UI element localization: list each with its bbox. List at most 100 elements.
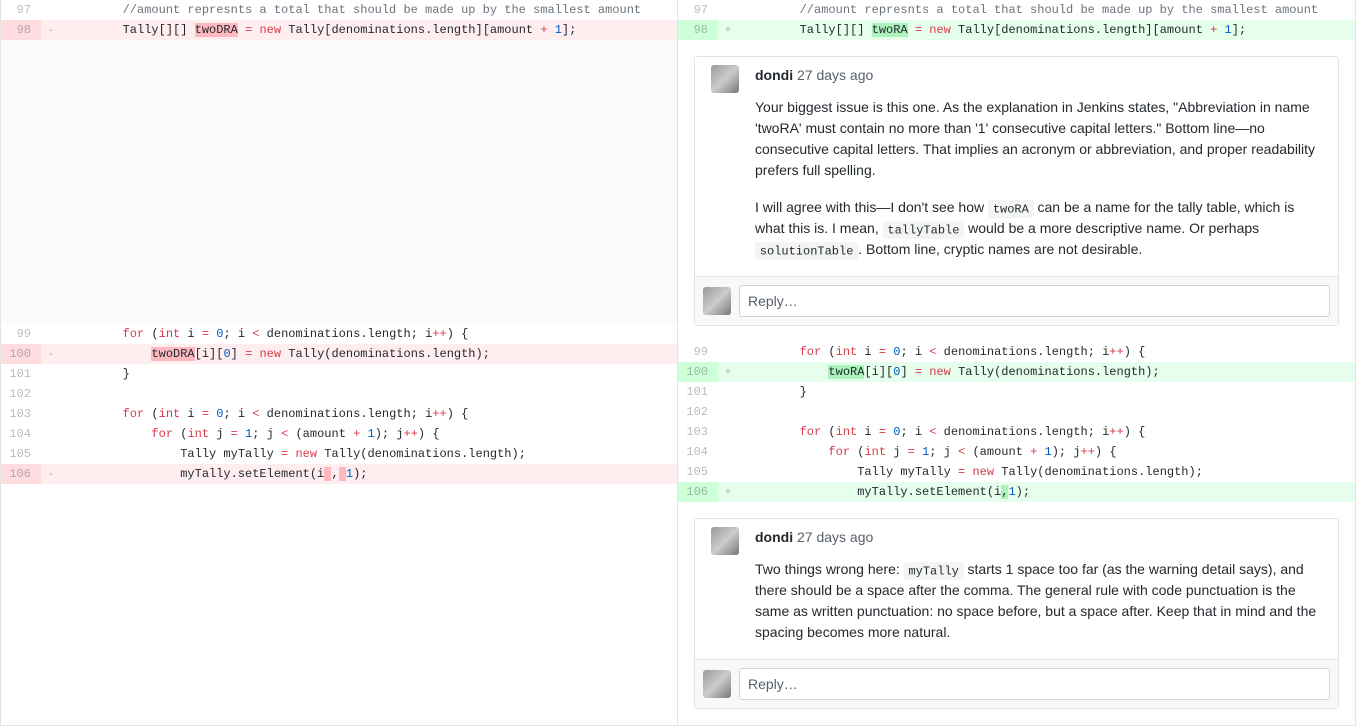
diff-view: 97 //amount represnts a total that shoul…	[0, 0, 1356, 726]
line-number[interactable]: 105	[1, 444, 41, 464]
line-content: }	[738, 382, 1355, 402]
review-comment: dondi 27 days ago Your biggest issue is t…	[678, 40, 1355, 342]
line-number[interactable]: 99	[1, 324, 41, 344]
line-sign: +	[718, 482, 738, 502]
line-content: for (int i = 0; i < denominations.length…	[61, 324, 677, 344]
reply-row	[695, 276, 1338, 325]
line-number[interactable]: 98	[678, 20, 718, 40]
line-content: for (int i = 0; i < denominations.length…	[61, 404, 677, 424]
left-line-104[interactable]: 104 for (int j = 1; j < (amount + 1); j+…	[1, 424, 677, 444]
line-sign	[41, 364, 61, 384]
line-sign	[718, 462, 738, 482]
line-number[interactable]: 100	[678, 362, 718, 382]
left-line-100[interactable]: 100- twoDRA[i][0] = new Tally(denominati…	[1, 344, 677, 364]
right-line-100[interactable]: 100+ twoRA[i][0] = new Tally(denominatio…	[678, 362, 1355, 382]
diff-left-side: 97 //amount represnts a total that shoul…	[1, 0, 678, 725]
inline-code: twoRA	[988, 200, 1034, 219]
comment-body: Your biggest issue is this one. As the e…	[695, 93, 1338, 276]
line-sign	[41, 0, 61, 20]
right-line-98[interactable]: 98+ Tally[][] twoRA = new Tally[denomina…	[678, 20, 1355, 40]
line-content	[738, 402, 1355, 422]
line-content: twoRA[i][0] = new Tally(denominations.le…	[738, 362, 1355, 382]
line-number[interactable]: 105	[678, 462, 718, 482]
line-content: //amount represnts a total that should b…	[738, 0, 1355, 20]
avatar[interactable]	[703, 670, 731, 698]
right-line-103[interactable]: 103 for (int i = 0; i < denominations.le…	[678, 422, 1355, 442]
line-sign	[41, 324, 61, 344]
left-line-106[interactable]: 106- myTally.setElement(i , 1);	[1, 464, 677, 484]
line-content: twoDRA[i][0] = new Tally(denominations.l…	[61, 344, 677, 364]
line-content: Tally[][] twoRA = new Tally[denomination…	[738, 20, 1355, 40]
left-line-105[interactable]: 105 Tally myTally = new Tally(denominati…	[1, 444, 677, 464]
line-content: Tally myTally = new Tally(denominations.…	[61, 444, 677, 464]
line-number[interactable]: 103	[678, 422, 718, 442]
line-number[interactable]: 106	[1, 464, 41, 484]
left-line-102[interactable]: 102	[1, 384, 677, 404]
line-number[interactable]: 101	[1, 364, 41, 384]
line-sign	[718, 342, 738, 362]
line-sign	[718, 442, 738, 462]
line-number[interactable]: 97	[678, 0, 718, 20]
line-number[interactable]: 106	[678, 482, 718, 502]
line-number[interactable]: 98	[1, 20, 41, 40]
right-line-97[interactable]: 97 //amount represnts a total that shoul…	[678, 0, 1355, 20]
right-line-101[interactable]: 101 }	[678, 382, 1355, 402]
line-content: for (int j = 1; j < (amount + 1); j++) {	[738, 442, 1355, 462]
line-content: //amount represnts a total that should b…	[61, 0, 677, 20]
comment-body: Two things wrong here: myTally starts 1 …	[695, 555, 1338, 659]
line-number[interactable]: 104	[1, 424, 41, 444]
line-content: Tally myTally = new Tally(denominations.…	[738, 462, 1355, 482]
line-content: for (int i = 0; i < denominations.length…	[738, 342, 1355, 362]
comment-time[interactable]: 27 days ago	[793, 67, 873, 83]
right-line-99[interactable]: 99 for (int i = 0; i < denominations.len…	[678, 342, 1355, 362]
line-content: }	[61, 364, 677, 384]
diff-right-side: 97 //amount represnts a total that shoul…	[678, 0, 1355, 725]
line-number[interactable]: 104	[678, 442, 718, 462]
empty-spacer	[1, 40, 677, 324]
right-line-102[interactable]: 102	[678, 402, 1355, 422]
avatar[interactable]	[703, 287, 731, 315]
left-line-97[interactable]: 97 //amount represnts a total that shoul…	[1, 0, 677, 20]
inline-code: myTally	[904, 562, 964, 581]
line-content: Tally[][] twoDRA = new Tally[denominatio…	[61, 20, 677, 40]
avatar[interactable]	[711, 527, 739, 555]
comment-author[interactable]: dondi	[755, 529, 793, 545]
line-number[interactable]: 102	[1, 384, 41, 404]
line-content: myTally.setElement(i,1);	[738, 482, 1355, 502]
line-sign: +	[718, 20, 738, 40]
line-content	[61, 384, 677, 404]
right-line-105[interactable]: 105 Tally myTally = new Tally(denominati…	[678, 462, 1355, 482]
line-sign: -	[41, 20, 61, 40]
left-line-103[interactable]: 103 for (int i = 0; i < denominations.le…	[1, 404, 677, 424]
line-number[interactable]: 99	[678, 342, 718, 362]
line-number[interactable]: 103	[1, 404, 41, 424]
comment-time[interactable]: 27 days ago	[793, 529, 873, 545]
line-sign	[41, 444, 61, 464]
line-content: for (int i = 0; i < denominations.length…	[738, 422, 1355, 442]
right-line-106[interactable]: 106+ myTally.setElement(i,1);	[678, 482, 1355, 502]
left-line-99[interactable]: 99 for (int i = 0; i < denominations.len…	[1, 324, 677, 344]
line-number[interactable]: 101	[678, 382, 718, 402]
line-content: for (int j = 1; j < (amount + 1); j++) {	[61, 424, 677, 444]
left-line-98[interactable]: 98- Tally[][] twoDRA = new Tally[denomin…	[1, 20, 677, 40]
line-sign	[718, 422, 738, 442]
line-sign: +	[718, 362, 738, 382]
line-sign: -	[41, 464, 61, 484]
review-comment: dondi 27 days ago Two things wrong here: …	[678, 502, 1355, 725]
avatar[interactable]	[711, 65, 739, 93]
reply-input[interactable]	[739, 668, 1330, 700]
line-sign	[41, 404, 61, 424]
inline-code: tallyTable	[883, 221, 965, 240]
line-sign	[718, 0, 738, 20]
left-line-101[interactable]: 101 }	[1, 364, 677, 384]
line-number[interactable]: 102	[678, 402, 718, 422]
comment-author[interactable]: dondi	[755, 67, 793, 83]
right-line-104[interactable]: 104 for (int j = 1; j < (amount + 1); j+…	[678, 442, 1355, 462]
line-sign	[41, 424, 61, 444]
line-sign: -	[41, 344, 61, 364]
line-sign	[41, 384, 61, 404]
line-number[interactable]: 97	[1, 0, 41, 20]
reply-row	[695, 659, 1338, 708]
line-number[interactable]: 100	[1, 344, 41, 364]
reply-input[interactable]	[739, 285, 1330, 317]
